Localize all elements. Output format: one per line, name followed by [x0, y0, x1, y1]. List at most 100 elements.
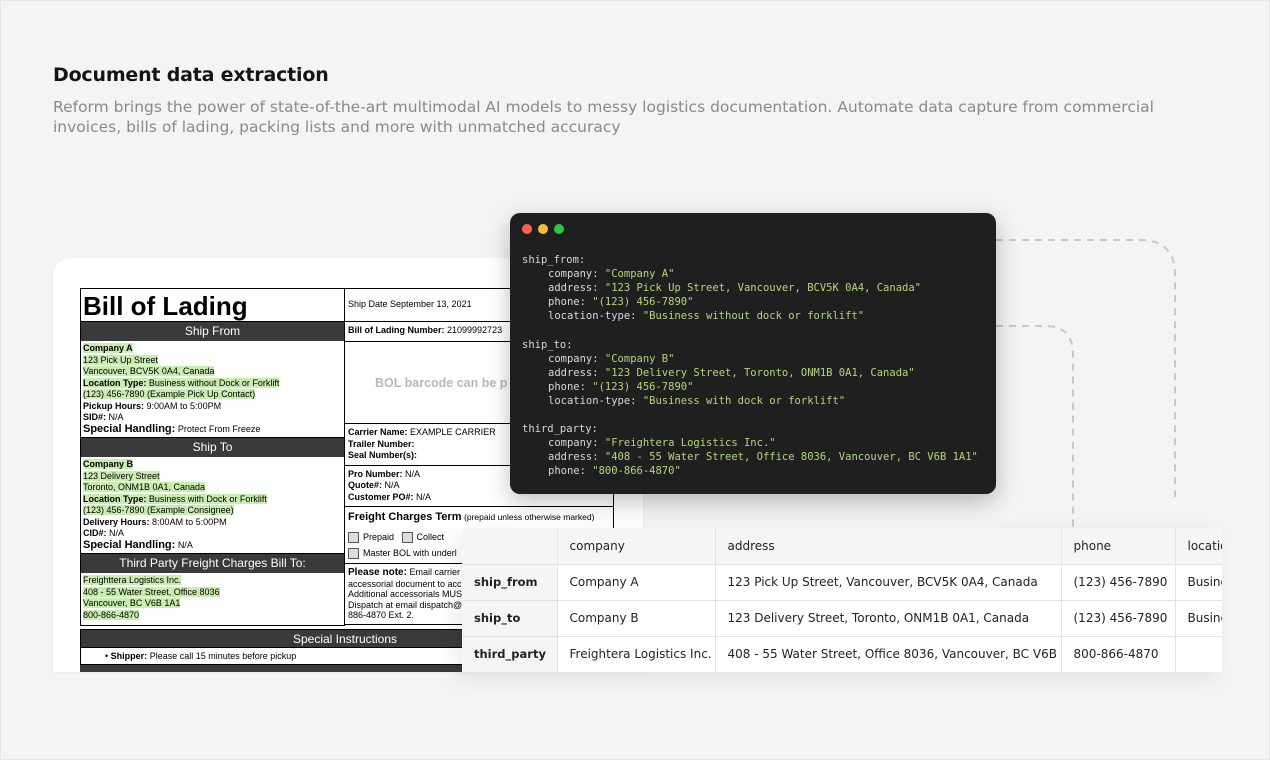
collect-checkbox[interactable] [401, 532, 413, 544]
code-key: location-type: [548, 310, 643, 323]
code-line: company: "Company A" [522, 267, 978, 281]
code-key: company: [548, 437, 605, 450]
code-key: location-type: [548, 394, 643, 407]
maximize-dot-icon[interactable] [554, 224, 564, 234]
ship-to-street: 123 Delivery Street [83, 470, 160, 481]
column-header-company: company [557, 528, 716, 565]
quote-value: N/A [384, 480, 400, 490]
cell-address: 123 Delivery Street, Toronto, ONM1B 0A1,… [715, 600, 1062, 637]
code-key: address: [548, 282, 605, 295]
code-value: "800-866-4870" [592, 465, 681, 478]
ship-to-bar: Ship To [81, 438, 344, 457]
cid-value: N/A [109, 528, 125, 538]
carrier-label: Carrier Name: [348, 427, 408, 437]
third-party-phone: 800-866-4870 [83, 609, 140, 620]
master-bol-label: Master BOL with underl [363, 548, 457, 558]
row-key: third_party [462, 636, 558, 672]
collect-label: Collect [416, 532, 445, 542]
bol-number: 21099992723 [447, 325, 503, 335]
row-key: ship_to [462, 600, 558, 637]
shipper-note: Please call 15 minutes before pickup [149, 651, 297, 661]
table-row: third_party Freightera Logistics Inc. 40… [462, 636, 1222, 672]
code-line: location-type: "Business without dock or… [522, 309, 978, 323]
bol-left-column: Bill of Lading Ship From Company A 123 P… [80, 288, 345, 626]
ship-from-company: Company A [83, 343, 133, 353]
code-value: "123 Delivery Street, Toronto, ONM1B 0A1… [604, 366, 915, 379]
po-label: Customer PO#: [348, 491, 414, 502]
cell-phone: (123) 456-7890 [1061, 600, 1176, 637]
code-line: ship_to: [522, 338, 978, 352]
delivery-hours-label: Delivery Hours: [83, 516, 150, 527]
code-body: ship_from: company: "Company A" address: "… [522, 253, 978, 479]
ship-to-section: Company B 123 Delivery Street Toronto, O… [81, 457, 344, 554]
ship-to-location-type: Business with Dock or Forklift [148, 493, 267, 504]
cell-company: Company B [557, 600, 716, 637]
ship-to-phone: (123) 456-7890 (Example Consignee) [83, 505, 234, 515]
ship-to-company: Company B [83, 459, 134, 469]
cell-location: Busine [1175, 600, 1222, 637]
note-label: Please note: [348, 567, 407, 578]
ship-from-bar: Ship From [81, 322, 344, 341]
code-line: ship_from: [522, 253, 978, 267]
bol-number-label: Bill of Lading Number: [348, 325, 445, 335]
window-controls [522, 224, 564, 234]
code-value: "Business without dock or forklift" [642, 310, 865, 323]
ship-from-location-type: Business without Dock or Forklift [148, 377, 280, 388]
cell-address: 408 - 55 Water Street, Office 8036, Vanc… [715, 636, 1062, 672]
pro-value: N/A [405, 468, 421, 479]
third-party-section: Freighttera Logistics Inc. 408 - 55 Wate… [81, 573, 344, 625]
code-value: "(123) 456-7890" [592, 296, 694, 309]
code-value: "(123) 456-7890" [592, 380, 694, 393]
code-key: ship_from: [522, 254, 586, 266]
code-line: third_party: [522, 422, 978, 436]
close-dot-icon[interactable] [522, 224, 532, 234]
code-value: "Business with dock or forklift" [642, 394, 846, 407]
cell-location: Busine [1175, 564, 1222, 601]
pickup-hours-label: Pickup Hours: [83, 400, 145, 411]
column-header-location: locatio [1175, 528, 1222, 565]
cell-phone: (123) 456-7890 [1061, 564, 1176, 601]
column-header-key [462, 528, 558, 565]
cell-address: 123 Pick Up Street, Vancouver, BCV5K 0A4… [715, 564, 1062, 601]
code-key: ship_to: [522, 338, 573, 351]
code-value: "Freightera Logistics Inc." [604, 437, 776, 450]
minimize-dot-icon[interactable] [538, 224, 548, 234]
code-key: company: [548, 352, 605, 365]
cell-phone: 800-866-4870 [1061, 636, 1176, 672]
code-key: company: [548, 268, 605, 281]
code-key: address: [548, 366, 605, 379]
page-subtitle: Reform brings the power of state-of-the-… [53, 98, 1154, 136]
third-party-city: Vancouver, BC V6B 1A1 [83, 598, 181, 608]
delivery-hours: 8:00AM to 5:00PM [152, 516, 227, 527]
ship-from-city: Vancouver, BCV5K 0A4, Canada [83, 366, 215, 376]
third-party-street: 408 - 55 Water Street, Office 8036 [83, 586, 220, 597]
po-value: N/A [416, 491, 432, 502]
code-value: "Company A" [604, 268, 675, 281]
ship-from-special: Protect From Freeze [177, 423, 261, 434]
ship-from-special-label: Special Handling: [83, 422, 176, 435]
cell-location [1175, 636, 1222, 672]
prepaid-label: Prepaid [363, 532, 395, 542]
code-value: "123 Pick Up Street, Vancouver, BCV5K 0A… [604, 282, 921, 295]
master-bol-checkbox[interactable] [348, 548, 359, 560]
shipper-label: Shipper: [110, 651, 148, 661]
ship-to-location-label: Location Type: [83, 493, 147, 504]
code-line: phone: "(123) 456-7890" [522, 380, 978, 394]
code-key: phone: [548, 380, 593, 393]
code-value: "408 - 55 Water Street, Office 8036, Van… [604, 451, 978, 464]
code-line: address: "123 Delivery Street, Toronto, … [522, 366, 978, 380]
table-row: ship_to Company B 123 Delivery Street, T… [462, 600, 1222, 637]
ship-to-city: Toronto, ONM1B 0A1, Canada [83, 482, 206, 492]
code-value: "Company B" [604, 352, 675, 365]
code-window: ship_from: company: "Company A" address: "… [510, 213, 996, 494]
cell-company: Freightera Logistics Inc. [557, 636, 716, 672]
code-line: location-type: "Business with dock or fo… [522, 394, 978, 408]
table-row: ship_from Company A 123 Pick Up Street, … [462, 564, 1222, 601]
pickup-hours: 9:00AM to 5:00PM [146, 400, 222, 411]
prepaid-checkbox[interactable] [348, 532, 359, 544]
carrier-name: EXAMPLE CARRIER [410, 427, 496, 437]
ship-from-section: Company A 123 Pick Up Street Vancouver, … [81, 341, 344, 438]
quote-label: Quote#: [348, 480, 383, 490]
freight-term-label: Freight Charges Term [348, 511, 462, 523]
